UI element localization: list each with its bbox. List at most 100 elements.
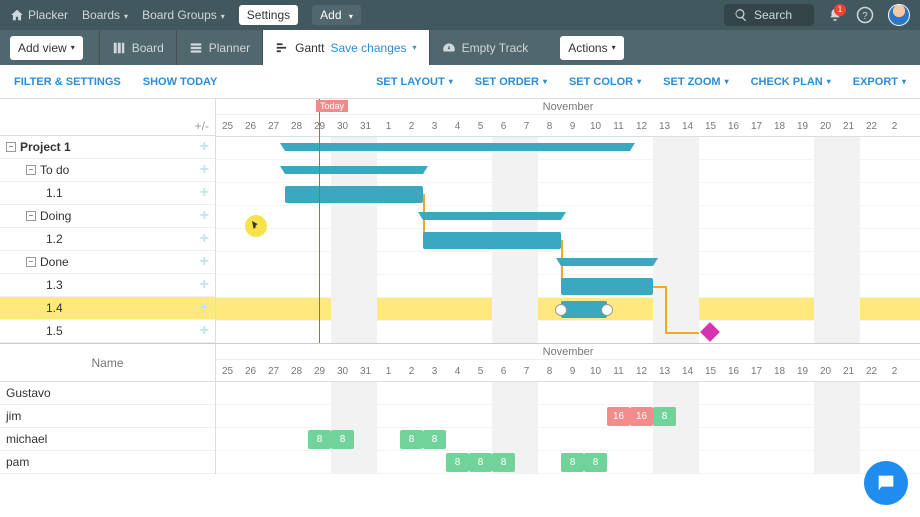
notifications[interactable]: 1 — [828, 8, 842, 23]
task-bar[interactable] — [285, 186, 423, 203]
save-changes-link[interactable]: Save changes — [330, 41, 406, 55]
timeline[interactable]: November 2526272829303112345678910111213… — [216, 99, 920, 343]
actions-button[interactable]: Actions ▾ — [560, 36, 623, 60]
task-row[interactable]: 1.5+ — [0, 320, 215, 343]
avatar[interactable] — [888, 4, 910, 26]
add-task-icon[interactable]: + — [200, 299, 209, 317]
set-color[interactable]: SET COLOR▾ — [569, 76, 641, 88]
add-task-icon[interactable]: + — [200, 161, 209, 179]
set-order[interactable]: SET ORDER▾ — [475, 76, 547, 88]
search-box[interactable]: Search — [724, 4, 814, 26]
add-task-icon[interactable]: + — [200, 230, 209, 248]
day-header: 13 — [653, 360, 676, 382]
task-row[interactable]: 1.4+ — [0, 297, 215, 320]
workload-cell[interactable]: 8 — [446, 453, 469, 472]
collapse-icon[interactable]: − — [26, 211, 36, 221]
workload-cell[interactable]: 8 — [469, 453, 492, 472]
add-button[interactable]: Add ▾ — [312, 5, 361, 25]
day-header: 18 — [768, 115, 791, 137]
month-label: November — [543, 101, 594, 113]
day-header: 2 — [400, 115, 423, 137]
add-task-icon[interactable]: + — [200, 207, 209, 225]
workload-cell[interactable]: 8 — [561, 453, 584, 472]
day-header: 19 — [791, 115, 814, 137]
nav-boards[interactable]: Boards▾ — [82, 8, 128, 22]
day-header: 5 — [469, 360, 492, 382]
resource-row[interactable]: Gustavo — [0, 382, 215, 405]
workload-cell[interactable]: 8 — [400, 430, 423, 449]
task-row[interactable]: 1.1+ — [0, 182, 215, 205]
task-bar[interactable] — [561, 278, 653, 295]
tab-gantt[interactable]: Gantt Save changes ▾ — [262, 30, 428, 65]
check-plan[interactable]: CHECK PLAN▾ — [751, 76, 831, 88]
help-icon[interactable]: ? — [856, 6, 874, 24]
task-bar[interactable] — [423, 232, 561, 249]
summary-bar[interactable] — [285, 143, 630, 151]
task-tree: +/- −Project 1+−To do+1.1+−Doing+1.2+−Do… — [0, 99, 216, 343]
day-header: 30 — [331, 360, 354, 382]
tab-planner[interactable]: Planner — [176, 30, 262, 65]
export[interactable]: EXPORT▾ — [853, 76, 906, 88]
add-task-icon[interactable]: + — [200, 322, 209, 340]
collapse-icon[interactable]: − — [26, 257, 36, 267]
workload-cell[interactable]: 16 — [630, 407, 653, 426]
view-bar: Add view ▾ Board Planner Gantt Save chan… — [0, 30, 920, 65]
workload-cell[interactable]: 8 — [423, 430, 446, 449]
filter-settings[interactable]: FILTER & SETTINGS — [14, 76, 121, 88]
day-header: 1 — [377, 115, 400, 137]
day-header: 12 — [630, 360, 653, 382]
tab-empty-track[interactable]: Empty Track — [429, 30, 541, 65]
add-task-icon[interactable]: + — [200, 138, 209, 156]
summary-bar[interactable] — [285, 166, 423, 174]
home-link[interactable]: Placker — [10, 8, 68, 22]
day-header: 21 — [837, 360, 860, 382]
task-row[interactable]: −Project 1+ — [0, 136, 215, 159]
workload-cell[interactable]: 8 — [492, 453, 515, 472]
day-header: 20 — [814, 360, 837, 382]
summary-bar[interactable] — [423, 212, 561, 220]
workload-cell[interactable]: 8 — [584, 453, 607, 472]
task-row[interactable]: −To do+ — [0, 159, 215, 182]
resource-row[interactable]: michael — [0, 428, 215, 451]
name-header: Name — [91, 356, 123, 370]
set-layout[interactable]: SET LAYOUT▾ — [376, 76, 453, 88]
day-header: 30 — [331, 115, 354, 137]
chat-fab[interactable] — [864, 461, 908, 505]
resource-row[interactable]: jim — [0, 405, 215, 428]
add-task-icon[interactable]: + — [200, 184, 209, 202]
resize-handle[interactable] — [601, 304, 613, 316]
resize-handle[interactable] — [555, 304, 567, 316]
day-header: 1 — [377, 360, 400, 382]
workload-cell[interactable]: 8 — [308, 430, 331, 449]
task-row[interactable]: −Doing+ — [0, 205, 215, 228]
collapse-icon[interactable]: − — [26, 165, 36, 175]
set-zoom[interactable]: SET ZOOM▾ — [663, 76, 728, 88]
day-header: 8 — [538, 115, 561, 137]
add-task-icon[interactable]: + — [200, 276, 209, 294]
tab-board[interactable]: Board — [99, 30, 176, 65]
show-today[interactable]: SHOW TODAY — [143, 76, 218, 88]
summary-bar[interactable] — [561, 258, 653, 266]
workload-cell[interactable]: 8 — [653, 407, 676, 426]
nav-board-groups[interactable]: Board Groups▾ — [142, 8, 225, 22]
task-row[interactable]: −Done+ — [0, 251, 215, 274]
day-header: 22 — [860, 360, 883, 382]
add-task-icon[interactable]: + — [200, 253, 209, 271]
resource-list: Name Gustavojimmichaelpam — [0, 344, 216, 474]
expand-all[interactable]: +/- — [195, 119, 209, 133]
workload-cell[interactable]: 16 — [607, 407, 630, 426]
task-row[interactable]: 1.2+ — [0, 228, 215, 251]
task-row[interactable]: 1.3+ — [0, 274, 215, 297]
add-view-button[interactable]: Add view ▾ — [10, 36, 83, 60]
cursor-highlight — [245, 215, 267, 237]
settings-button[interactable]: Settings — [239, 5, 298, 25]
day-header: 25 — [216, 360, 239, 382]
day-header: 27 — [262, 360, 285, 382]
day-header: 5 — [469, 115, 492, 137]
day-header: 12 — [630, 115, 653, 137]
workload-cell[interactable]: 8 — [331, 430, 354, 449]
collapse-icon[interactable]: − — [6, 142, 16, 152]
resource-row[interactable]: pam — [0, 451, 215, 474]
day-header: 17 — [745, 360, 768, 382]
day-header: 15 — [699, 360, 722, 382]
